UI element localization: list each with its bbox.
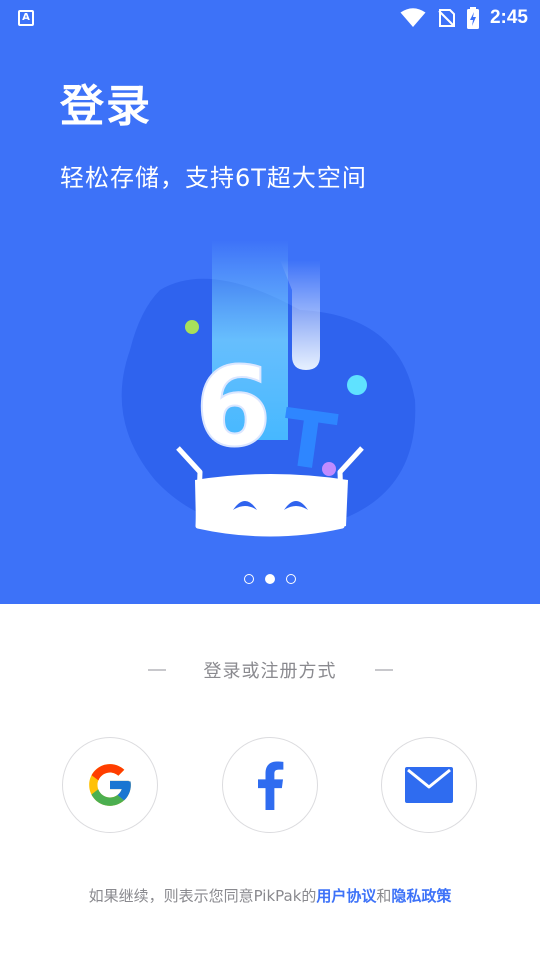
carousel-dot[interactable]: [244, 574, 254, 584]
user-agreement-link[interactable]: 用户协议: [316, 887, 376, 905]
storage-illustration: 6 T: [121, 240, 416, 537]
divider-line-left: [147, 669, 166, 671]
hero-banner: A 2:45 登录 轻松存储，支持6T超大空间 6 T: [0, 0, 540, 604]
status-time: 2:45: [489, 7, 528, 28]
carousel-dot-active[interactable]: [265, 574, 275, 584]
login-divider: 登录或注册方式: [0, 656, 540, 684]
status-bar: A 2:45: [0, 0, 540, 36]
terms-prefix: 如果继续，则表示您同意PikPak的: [88, 887, 317, 905]
app-notification-icon: A: [18, 10, 34, 26]
divider-label: 登录或注册方式: [203, 661, 337, 682]
terms-conjunction: 和: [376, 887, 392, 905]
facebook-login-button[interactable]: [222, 737, 318, 833]
google-login-button[interactable]: [62, 737, 158, 833]
svg-text:6: 6: [195, 343, 272, 471]
terms-notice: 如果继续，则表示您同意PikPak的用户协议和隐私政策: [0, 885, 540, 906]
wifi-icon: [400, 8, 426, 27]
carousel-pagination: [0, 574, 540, 584]
no-signal-icon: [438, 9, 455, 27]
page-subtitle: 轻松存储，支持6T超大空间: [60, 164, 367, 192]
mail-icon: [405, 767, 453, 803]
google-icon: [89, 764, 131, 806]
page-title: 登录: [60, 81, 152, 132]
carousel-dot[interactable]: [286, 574, 296, 584]
battery-charging-icon: [466, 7, 479, 29]
email-login-button[interactable]: [381, 737, 477, 833]
divider-line-right: [374, 669, 393, 671]
privacy-policy-link[interactable]: 隐私政策: [391, 887, 451, 905]
facebook-icon: [258, 761, 284, 810]
